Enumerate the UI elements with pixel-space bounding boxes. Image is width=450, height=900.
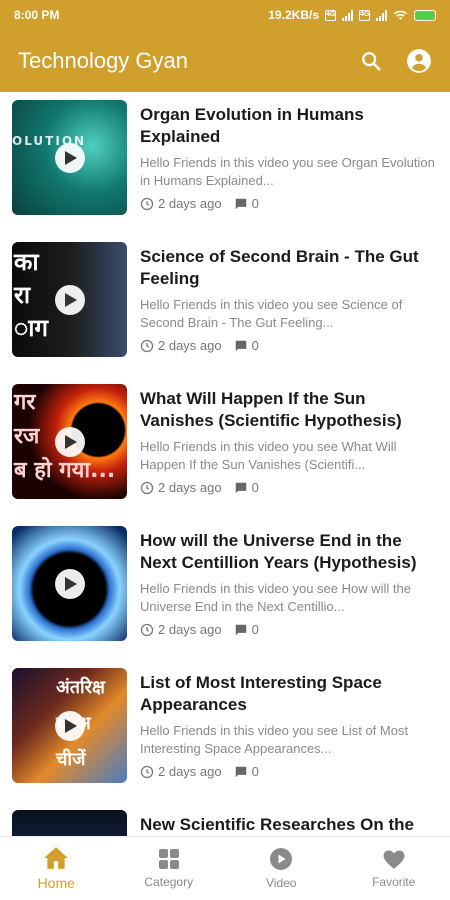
- video-thumbnail[interactable]: [12, 526, 127, 641]
- nav-video[interactable]: Video: [225, 837, 338, 900]
- video-card[interactable]: अंतरिक्ष खे अ चीजें List of Most Interes…: [0, 660, 450, 802]
- clock-icon: [140, 765, 154, 778]
- app-bar: Technology Gyan: [0, 30, 450, 92]
- video-title[interactable]: Organ Evolution in Humans Explained: [140, 104, 435, 148]
- play-icon[interactable]: [54, 426, 85, 457]
- video-description: Hello Friends in this video you see Orga…: [140, 155, 435, 188]
- status-icons: 19.2KB/s 4G 4G: [268, 8, 436, 22]
- video-title[interactable]: New Scientific Researches On the: [140, 814, 435, 836]
- video-thumbnail[interactable]: गर रज ब हो गया...: [12, 384, 127, 499]
- comment-icon: [235, 624, 246, 635]
- play-icon[interactable]: [54, 568, 85, 599]
- video-title[interactable]: Science of Second Brain - The Gut Feelin…: [140, 246, 435, 290]
- video-feed[interactable]: OLUTION Organ Evolution in Humans Explai…: [0, 92, 450, 836]
- video-time: 2 days ago: [158, 480, 222, 495]
- video-time: 2 days ago: [158, 622, 222, 637]
- nav-label: Video: [266, 876, 297, 890]
- play-icon[interactable]: [54, 142, 85, 173]
- heart-icon: [383, 850, 405, 869]
- clock-icon: [140, 339, 154, 352]
- video-time: 2 days ago: [158, 764, 222, 779]
- status-bar: 8:00 PM 19.2KB/s 4G 4G: [0, 0, 450, 30]
- comment-icon: [235, 198, 246, 209]
- signal-icon: [342, 9, 353, 21]
- signal-icon-2: [376, 9, 387, 21]
- video-card[interactable]: OLUTION Organ Evolution in Humans Explai…: [0, 92, 450, 234]
- comment-count: 0: [251, 764, 259, 779]
- video-time: 2 days ago: [158, 338, 222, 353]
- network-speed: 19.2KB/s: [268, 8, 319, 22]
- video-card[interactable]: New Scientific Researches On the: [0, 802, 450, 836]
- video-title[interactable]: How will the Universe End in the Next Ce…: [140, 530, 435, 574]
- video-description: Hello Friends in this video you see List…: [140, 723, 409, 756]
- comment-count: 0: [251, 480, 259, 495]
- comment-count: 0: [251, 196, 259, 211]
- thumbnail-text: का रा ाग: [14, 248, 48, 342]
- battery-icon: [414, 9, 436, 21]
- video-title[interactable]: List of Most Interesting Space Appearanc…: [140, 672, 435, 716]
- category-icon: [158, 849, 179, 869]
- nav-label: Favorite: [372, 875, 416, 889]
- home-icon: [44, 847, 69, 869]
- video-icon: [270, 848, 293, 870]
- nav-favorite[interactable]: Favorite: [338, 837, 450, 900]
- clock-icon: [140, 623, 154, 636]
- video-title[interactable]: What Will Happen If the Sun Vanishes (Sc…: [140, 388, 435, 432]
- nav-label: Category: [144, 875, 194, 889]
- play-icon[interactable]: [54, 284, 85, 315]
- video-time: 2 days ago: [158, 196, 222, 211]
- search-icon[interactable]: [358, 48, 384, 74]
- nav-home[interactable]: Home: [0, 837, 113, 900]
- video-thumbnail[interactable]: OLUTION: [12, 100, 127, 215]
- video-thumbnail[interactable]: का रा ाग: [12, 242, 127, 357]
- comment-icon: [235, 766, 246, 777]
- nav-category[interactable]: Category: [113, 837, 226, 900]
- comment-icon: [235, 340, 246, 351]
- volte-icon-2: 4G: [359, 9, 370, 21]
- clock-icon: [140, 197, 154, 210]
- video-card[interactable]: का रा ाग Science of Second Brain - The G…: [0, 234, 450, 376]
- video-card[interactable]: गर रज ब हो गया... What Will Happen If th…: [0, 376, 450, 518]
- video-description: Hello Friends in this video you see Scie…: [140, 297, 403, 330]
- volte-icon: 4G: [325, 9, 336, 21]
- account-icon[interactable]: [406, 48, 432, 74]
- clock-icon: [140, 481, 154, 494]
- video-description: Hello Friends in this video you see How …: [140, 581, 411, 614]
- play-icon[interactable]: [54, 710, 85, 741]
- app-title: Technology Gyan: [18, 48, 188, 73]
- nav-label: Home: [37, 875, 75, 891]
- video-thumbnail[interactable]: [12, 810, 127, 836]
- video-description: Hello Friends in this video you see What…: [140, 439, 397, 472]
- comment-count: 0: [251, 338, 259, 353]
- wifi-icon: [393, 10, 408, 20]
- video-thumbnail[interactable]: अंतरिक्ष खे अ चीजें: [12, 668, 127, 783]
- comment-icon: [235, 482, 246, 493]
- video-card[interactable]: How will the Universe End in the Next Ce…: [0, 518, 450, 660]
- comment-count: 0: [251, 622, 259, 637]
- status-time: 8:00 PM: [14, 8, 60, 22]
- bottom-navigation: Home Category Video Favorite: [0, 836, 450, 900]
